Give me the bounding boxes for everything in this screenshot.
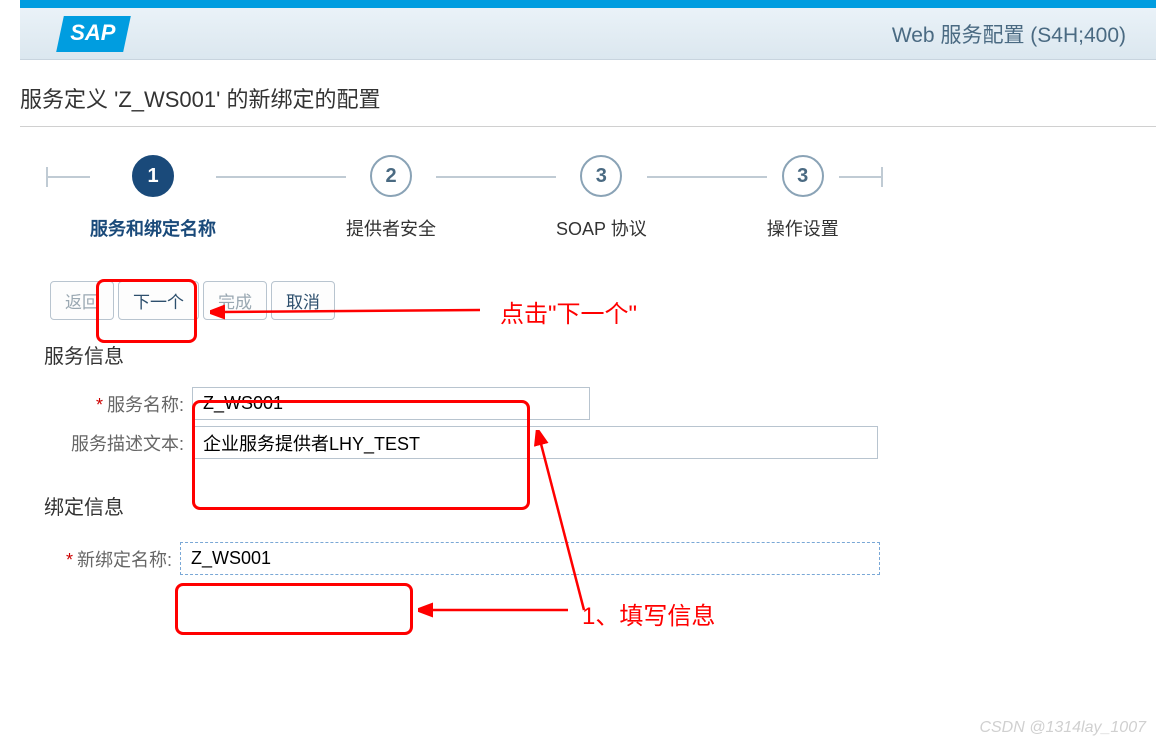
- wizard-step-3[interactable]: 3 SOAP 协议: [556, 155, 647, 241]
- annotation-text: 1、填写信息: [582, 596, 715, 631]
- finish-button: 完成: [203, 281, 267, 320]
- service-name-input[interactable]: [192, 387, 590, 420]
- watermark: CSDN @1314lay_1007: [979, 719, 1146, 737]
- binding-info-title: 绑定信息: [44, 491, 1156, 520]
- wizard-step-circle: 3: [782, 155, 824, 197]
- top-accent-bar: [20, 0, 1156, 8]
- service-info-title: 服务信息: [44, 340, 1156, 369]
- wizard-button-row: 返回 下一个 完成 取消: [50, 281, 1156, 320]
- service-desc-row: 服务描述文本:: [44, 426, 1156, 459]
- sap-logo: SAP: [56, 16, 131, 52]
- app-header: SAP Web 服务配置 (S4H;400): [20, 8, 1156, 60]
- wizard-step-label: 服务和绑定名称: [90, 215, 216, 241]
- wizard-roadmap: 1 服务和绑定名称 2 提供者安全 3 SOAP 协议 3 操作设置: [46, 155, 1156, 241]
- service-desc-label: 服务描述文本:: [44, 430, 192, 456]
- binding-name-row: *新绑定名称:: [44, 542, 1156, 575]
- header-title: Web 服务配置 (S4H;400): [892, 19, 1126, 49]
- wizard-step-label: SOAP 协议: [556, 215, 647, 241]
- service-info-section: 服务信息 *服务名称: 服务描述文本:: [44, 340, 1156, 459]
- next-button[interactable]: 下一个: [118, 281, 199, 320]
- wizard-step-label: 操作设置: [767, 215, 839, 241]
- service-name-row: *服务名称:: [44, 387, 1156, 420]
- wizard-step-circle: 2: [370, 155, 412, 197]
- arrow-icon: [418, 596, 578, 626]
- wizard-step-circle: 1: [132, 155, 174, 197]
- wizard-step-circle: 3: [580, 155, 622, 197]
- binding-name-label: *新绑定名称:: [44, 546, 180, 572]
- wizard-step-4[interactable]: 3 操作设置: [767, 155, 839, 241]
- wizard-step-label: 提供者安全: [346, 215, 436, 241]
- binding-name-input[interactable]: [180, 542, 880, 575]
- page-title-wrap: 服务定义 'Z_WS001' 的新绑定的配置: [20, 82, 1156, 127]
- back-button: 返回: [50, 281, 114, 320]
- binding-info-section: 绑定信息 *新绑定名称:: [44, 491, 1156, 575]
- page-title: 服务定义 'Z_WS001' 的新绑定的配置: [20, 82, 1156, 114]
- service-desc-input[interactable]: [192, 426, 878, 459]
- wizard-step-2[interactable]: 2 提供者安全: [346, 155, 436, 241]
- annotation-highlight: [175, 583, 413, 635]
- cancel-button[interactable]: 取消: [271, 281, 335, 320]
- wizard-step-1[interactable]: 1 服务和绑定名称: [90, 155, 216, 241]
- service-name-label: *服务名称:: [44, 391, 192, 417]
